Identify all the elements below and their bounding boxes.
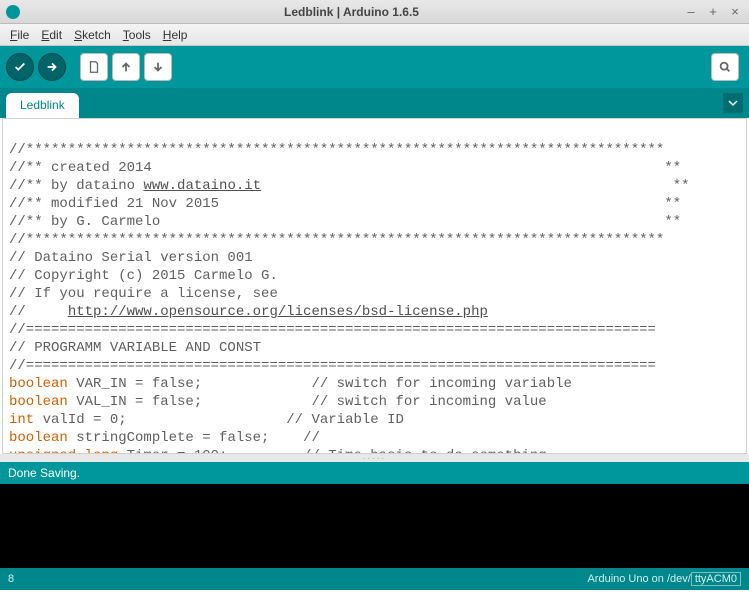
- serial-monitor-button[interactable]: [711, 53, 739, 81]
- tab-ledblink[interactable]: Ledblink: [6, 93, 79, 118]
- code-text: **: [664, 160, 681, 176]
- code-line: // Copyright (c) 2015 Carmelo G.: [9, 268, 278, 284]
- menu-edit[interactable]: Edit: [35, 26, 68, 44]
- window-title: Ledblink | Arduino 1.6.5: [26, 5, 677, 19]
- menu-bar: File Edit Sketch Tools Help: [0, 24, 749, 46]
- status-bar: Done Saving.: [0, 462, 749, 484]
- code-link[interactable]: www.dataino.it: [143, 178, 261, 194]
- menu-tools[interactable]: Tools: [117, 26, 157, 44]
- code-keyword: boolean: [9, 394, 68, 410]
- close-button[interactable]: ×: [727, 4, 743, 20]
- check-icon: [13, 60, 27, 74]
- code-text: VAL_IN = false; // switch for incoming v…: [68, 394, 547, 410]
- code-keyword: boolean: [9, 376, 68, 392]
- code-text: created 2014: [43, 160, 152, 176]
- code-line: //**: [9, 160, 43, 176]
- code-keyword: boolean: [9, 430, 68, 446]
- line-number: 8: [8, 573, 14, 585]
- search-icon: [718, 60, 732, 74]
- title-bar: Ledblink | Arduino 1.6.5 – + ×: [0, 0, 749, 24]
- code-line: // If you require a license, see: [9, 286, 278, 302]
- code-line: //: [9, 304, 68, 320]
- code-line: // Dataino Serial version 001: [9, 250, 253, 266]
- footer-bar: 8 Arduino Uno on /dev/ttyACM0: [0, 568, 749, 590]
- code-line: //**************************************…: [9, 232, 664, 248]
- file-icon: [87, 60, 101, 74]
- code-line: //======================================…: [9, 358, 656, 374]
- code-text: **: [664, 196, 681, 212]
- tab-menu-button[interactable]: [723, 93, 743, 113]
- code-text: valId = 0; // Variable ID: [34, 412, 404, 428]
- minimize-button[interactable]: –: [683, 4, 699, 20]
- code-line: //======================================…: [9, 322, 656, 338]
- tab-strip: Ledblink: [0, 88, 749, 118]
- splitter[interactable]: ·····: [0, 454, 749, 462]
- new-sketch-button[interactable]: [80, 53, 108, 81]
- code-text: stringComplete = false; //: [68, 430, 320, 446]
- arrow-down-icon: [151, 60, 165, 74]
- menu-help[interactable]: Help: [157, 26, 194, 44]
- code-link[interactable]: http://www.opensource.org/licenses/bsd-l…: [68, 304, 488, 320]
- code-text: by dataino: [43, 178, 144, 194]
- code-line: //**: [9, 196, 43, 212]
- code-text: by G. Carmelo: [43, 214, 161, 230]
- port-label: ttyACM0: [691, 572, 741, 586]
- code-line: //**: [9, 214, 43, 230]
- maximize-button[interactable]: +: [705, 4, 721, 20]
- arrow-up-icon: [119, 60, 133, 74]
- menu-file[interactable]: File: [4, 26, 35, 44]
- board-label: Arduino Uno on /dev/: [587, 573, 690, 585]
- toolbar: [0, 46, 749, 88]
- board-info: Arduino Uno on /dev/ttyACM0: [587, 573, 741, 585]
- app-icon: [6, 5, 20, 19]
- code-line: //**************************************…: [9, 142, 664, 158]
- code-text: **: [673, 178, 690, 194]
- verify-button[interactable]: [6, 53, 34, 81]
- status-message: Done Saving.: [8, 466, 80, 480]
- code-text: modified 21 Nov 2015: [43, 196, 219, 212]
- code-editor[interactable]: //**************************************…: [2, 118, 747, 454]
- code-keyword: int: [9, 412, 34, 428]
- menu-sketch[interactable]: Sketch: [68, 26, 117, 44]
- code-line: // PROGRAMM VARIABLE AND CONST: [9, 340, 261, 356]
- code-line: //**: [9, 178, 43, 194]
- console-output[interactable]: [0, 484, 749, 568]
- arrow-right-icon: [45, 60, 59, 74]
- upload-button[interactable]: [38, 53, 66, 81]
- chevron-down-icon: [728, 98, 738, 108]
- code-text: **: [664, 214, 681, 230]
- code-text: VAR_IN = false; // switch for incoming v…: [68, 376, 572, 392]
- save-sketch-button[interactable]: [144, 53, 172, 81]
- open-sketch-button[interactable]: [112, 53, 140, 81]
